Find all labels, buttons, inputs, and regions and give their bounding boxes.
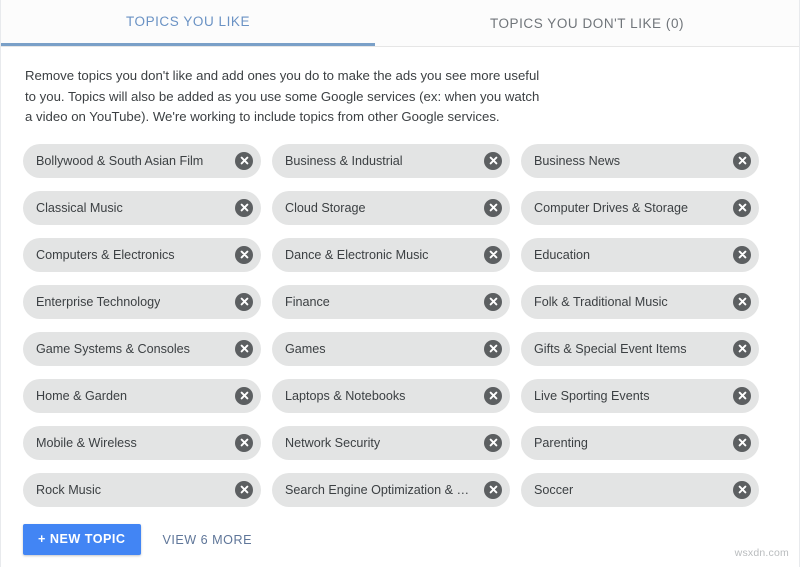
topic-chip-label: Computers & Electronics xyxy=(36,247,175,262)
topic-chip-label: Soccer xyxy=(534,482,574,497)
topic-chip-label: Network Security xyxy=(285,435,381,450)
topic-chip-label: Search Engine Optimization & Mark… xyxy=(285,482,472,497)
tab-topics-you-dont-like[interactable]: TOPICS YOU DON'T LIKE (0) xyxy=(375,0,799,46)
close-circle-icon[interactable] xyxy=(235,245,253,264)
topic-chip-label: Folk & Traditional Music xyxy=(534,294,668,309)
topic-chip-label: Games xyxy=(285,341,326,356)
topic-chip[interactable]: Finance xyxy=(272,284,510,319)
topic-chip[interactable]: Soccer xyxy=(521,472,759,507)
topic-chip-label: Dance & Electronic Music xyxy=(285,247,429,262)
topic-chip[interactable]: Computers & Electronics xyxy=(23,237,261,272)
topic-chip[interactable]: Laptops & Notebooks xyxy=(272,378,510,413)
new-topic-button[interactable]: + NEW TOPIC xyxy=(23,524,141,555)
close-circle-icon[interactable] xyxy=(235,339,253,358)
topic-chip-label: Computer Drives & Storage xyxy=(534,200,688,215)
topic-chip[interactable]: Rock Music xyxy=(23,472,261,507)
topic-chip[interactable]: Computer Drives & Storage xyxy=(521,190,759,225)
topic-chip-label: Mobile & Wireless xyxy=(36,435,137,450)
topic-chip[interactable]: Bollywood & South Asian Film xyxy=(23,143,261,178)
close-circle-icon[interactable] xyxy=(484,245,502,264)
topic-chip[interactable]: Parenting xyxy=(521,425,759,460)
topic-chip[interactable]: Business & Industrial xyxy=(272,143,510,178)
topic-chip-label: Education xyxy=(534,247,591,262)
close-circle-icon[interactable] xyxy=(733,292,751,311)
topic-chip[interactable]: Gifts & Special Event Items xyxy=(521,331,759,366)
topic-chip[interactable]: Classical Music xyxy=(23,190,261,225)
topic-chip-label: Live Sporting Events xyxy=(534,388,650,403)
topic-chip[interactable]: Home & Garden xyxy=(23,378,261,413)
topic-chip[interactable]: Folk & Traditional Music xyxy=(521,284,759,319)
topic-chip[interactable]: Dance & Electronic Music xyxy=(272,237,510,272)
topic-chip[interactable]: Network Security xyxy=(272,425,510,460)
close-circle-icon[interactable] xyxy=(484,198,502,217)
close-circle-icon[interactable] xyxy=(484,339,502,358)
close-circle-icon[interactable] xyxy=(733,339,751,358)
topic-chip-label: Rock Music xyxy=(36,482,102,497)
close-circle-icon[interactable] xyxy=(235,386,253,405)
close-circle-icon[interactable] xyxy=(235,198,253,217)
topic-chip-label: Gifts & Special Event Items xyxy=(534,341,687,356)
tab-topics-you-like-label: TOPICS YOU LIKE xyxy=(125,14,251,29)
view-more-link[interactable]: VIEW 6 MORE xyxy=(163,533,252,547)
topic-chip-label: Enterprise Technology xyxy=(36,294,161,309)
watermark: wsxdn.com xyxy=(734,547,789,559)
close-circle-icon[interactable] xyxy=(484,292,502,311)
topic-chip[interactable]: Live Sporting Events xyxy=(521,378,759,413)
close-circle-icon[interactable] xyxy=(733,245,751,264)
close-circle-icon[interactable] xyxy=(235,292,253,311)
topic-chip-label: Business News xyxy=(534,153,621,168)
topic-chip-label: Finance xyxy=(285,294,330,309)
topic-chip-label: Parenting xyxy=(534,435,588,450)
topic-chip[interactable]: Mobile & Wireless xyxy=(23,425,261,460)
close-circle-icon[interactable] xyxy=(484,151,502,170)
panel-description: Remove topics you don't like and add one… xyxy=(25,68,540,124)
tab-strip: TOPICS YOU LIKE TOPICS YOU DON'T LIKE (0… xyxy=(1,0,799,47)
close-circle-icon[interactable] xyxy=(733,433,751,452)
close-circle-icon[interactable] xyxy=(733,386,751,405)
close-circle-icon[interactable] xyxy=(484,386,502,405)
close-circle-icon[interactable] xyxy=(235,433,253,452)
topic-chip-label: Laptops & Notebooks xyxy=(285,388,406,403)
topic-chip-label: Bollywood & South Asian Film xyxy=(36,153,204,168)
topic-chip[interactable]: Education xyxy=(521,237,759,272)
topic-chip[interactable]: Business News xyxy=(521,143,759,178)
close-circle-icon[interactable] xyxy=(733,198,751,217)
topic-chip-label: Business & Industrial xyxy=(285,153,403,168)
close-circle-icon[interactable] xyxy=(484,480,502,499)
tab-topics-you-dont-like-label: TOPICS YOU DON'T LIKE (0) xyxy=(489,15,685,31)
close-circle-icon[interactable] xyxy=(235,151,253,170)
close-circle-icon[interactable] xyxy=(235,480,253,499)
topic-chip[interactable]: Cloud Storage xyxy=(272,190,510,225)
topic-chip-label: Classical Music xyxy=(36,200,123,215)
panel-actions: + NEW TOPIC VIEW 6 MORE xyxy=(23,524,252,555)
topic-chip[interactable]: Search Engine Optimization & Mark… xyxy=(272,472,510,507)
close-circle-icon[interactable] xyxy=(733,480,751,499)
topic-chip[interactable]: Game Systems & Consoles xyxy=(23,331,261,366)
topics-chip-grid: Bollywood & South Asian Film Business & I… xyxy=(1,143,799,507)
topic-chip[interactable]: Games xyxy=(272,331,510,366)
tab-topics-you-like[interactable]: TOPICS YOU LIKE xyxy=(1,0,375,46)
close-circle-icon[interactable] xyxy=(484,433,502,452)
ads-topics-panel: TOPICS YOU LIKE TOPICS YOU DON'T LIKE (0… xyxy=(0,0,800,567)
close-circle-icon[interactable] xyxy=(733,151,751,170)
topic-chip[interactable]: Enterprise Technology xyxy=(23,284,261,319)
topic-chip-label: Game Systems & Consoles xyxy=(36,341,190,356)
topic-chip-label: Home & Garden xyxy=(36,388,127,403)
topic-chip-label: Cloud Storage xyxy=(285,200,366,215)
